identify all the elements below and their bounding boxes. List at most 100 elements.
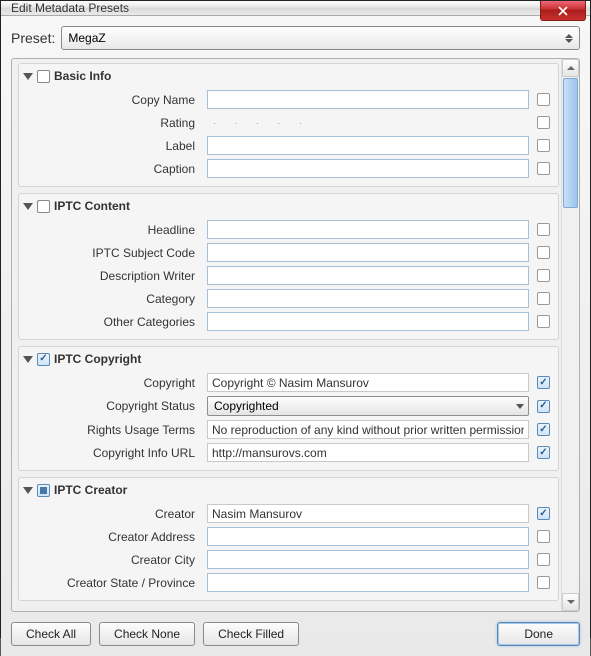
- check-none-button[interactable]: Check None: [99, 622, 195, 646]
- row-checkbox[interactable]: [537, 446, 550, 459]
- close-button[interactable]: [540, 1, 586, 21]
- row-checkbox[interactable]: [537, 162, 550, 175]
- field-label: Creator: [19, 507, 199, 521]
- check-all-button[interactable]: Check All: [11, 622, 91, 646]
- section-basic-info: Basic Info Copy Name Rating · · · · · La…: [18, 63, 559, 187]
- disclosure-triangle-icon[interactable]: [23, 356, 33, 363]
- rating-control[interactable]: · · · · ·: [207, 113, 529, 132]
- row-checkbox[interactable]: [537, 246, 550, 259]
- field-label: Rights Usage Terms: [19, 423, 199, 437]
- row-checkbox[interactable]: [537, 93, 550, 106]
- window-title: Edit Metadata Presets: [11, 1, 129, 15]
- field-headline: Headline: [19, 218, 558, 241]
- creator-address-input[interactable]: [207, 527, 529, 546]
- creator-state-input[interactable]: [207, 573, 529, 592]
- field-label: Creator State / Province: [19, 576, 199, 590]
- section-header: IPTC Copyright: [19, 347, 558, 371]
- chevron-down-icon: [567, 600, 575, 604]
- caption-input[interactable]: [207, 159, 529, 178]
- field-label: Caption: [19, 162, 199, 176]
- creator-input[interactable]: [207, 504, 529, 523]
- section-iptc-content: IPTC Content Headline IPTC Subject Code …: [18, 193, 559, 340]
- row-checkbox[interactable]: [537, 223, 550, 236]
- section-iptc-copyright: IPTC Copyright Copyright Copyright Statu…: [18, 346, 559, 471]
- creator-city-input[interactable]: [207, 550, 529, 569]
- chevron-up-icon: [567, 66, 575, 70]
- field-copyright-status: Copyright Status Copyrighted: [19, 394, 558, 418]
- row-checkbox[interactable]: [537, 400, 550, 413]
- field-label: Other Categories: [19, 315, 199, 329]
- row-checkbox[interactable]: [537, 116, 550, 129]
- row-checkbox[interactable]: [537, 576, 550, 589]
- section-title: IPTC Content: [54, 199, 130, 213]
- preset-label: Preset:: [11, 30, 55, 46]
- field-subject-code: IPTC Subject Code: [19, 241, 558, 264]
- description-writer-input[interactable]: [207, 266, 529, 285]
- section-title: IPTC Copyright: [54, 352, 141, 366]
- section-checkbox[interactable]: [37, 353, 50, 366]
- section-header: IPTC Content: [19, 194, 558, 218]
- preset-row: Preset: MegaZ: [11, 26, 580, 50]
- copyright-input[interactable]: [207, 373, 529, 392]
- dialog-content: Preset: MegaZ Basic Info Copy Name: [1, 16, 590, 656]
- scrollbar-thumb[interactable]: [563, 78, 578, 208]
- disclosure-triangle-icon[interactable]: [23, 487, 33, 494]
- preset-select[interactable]: MegaZ: [61, 26, 580, 50]
- section-title: IPTC Creator: [54, 483, 127, 497]
- row-checkbox[interactable]: [537, 376, 550, 389]
- rights-usage-input[interactable]: [207, 420, 529, 439]
- label-input[interactable]: [207, 136, 529, 155]
- close-icon: [558, 6, 568, 16]
- updown-icon: [565, 34, 573, 43]
- field-creator-city: Creator City: [19, 548, 558, 571]
- row-checkbox[interactable]: [537, 507, 550, 520]
- field-creator: Creator: [19, 502, 558, 525]
- row-checkbox[interactable]: [537, 423, 550, 436]
- other-categories-input[interactable]: [207, 312, 529, 331]
- category-input[interactable]: [207, 289, 529, 308]
- field-label: Headline: [19, 223, 199, 237]
- check-filled-button[interactable]: Check Filled: [203, 622, 299, 646]
- preset-value: MegaZ: [68, 31, 105, 45]
- field-label: Label: [19, 139, 199, 153]
- field-label: Label: [19, 134, 558, 157]
- done-button[interactable]: Done: [497, 622, 580, 646]
- disclosure-triangle-icon[interactable]: [23, 73, 33, 80]
- field-creator-address: Creator Address: [19, 525, 558, 548]
- field-label: Creator City: [19, 553, 199, 567]
- dialog-window: Edit Metadata Presets Preset: MegaZ Basi…: [0, 0, 591, 638]
- row-checkbox[interactable]: [537, 269, 550, 282]
- section-iptc-creator: IPTC Creator Creator Creator Address Cre…: [18, 477, 559, 601]
- fields-scroll-area[interactable]: Basic Info Copy Name Rating · · · · · La…: [12, 59, 561, 611]
- row-checkbox[interactable]: [537, 553, 550, 566]
- field-category: Category: [19, 287, 558, 310]
- copyright-status-select[interactable]: Copyrighted: [207, 396, 529, 416]
- scroll-up-button[interactable]: [562, 59, 579, 77]
- subject-code-input[interactable]: [207, 243, 529, 262]
- vertical-scrollbar[interactable]: [561, 59, 579, 611]
- section-title: Basic Info: [54, 69, 111, 83]
- dialog-footer: Check All Check None Check Filled Done: [11, 620, 580, 646]
- row-checkbox[interactable]: [537, 315, 550, 328]
- copyright-url-input[interactable]: [207, 443, 529, 462]
- titlebar[interactable]: Edit Metadata Presets: [1, 1, 590, 16]
- field-label: Copyright Info URL: [19, 446, 199, 460]
- row-checkbox[interactable]: [537, 139, 550, 152]
- field-creator-state: Creator State / Province: [19, 571, 558, 594]
- row-checkbox[interactable]: [537, 292, 550, 305]
- field-copyright: Copyright: [19, 371, 558, 394]
- field-label: Description Writer: [19, 269, 199, 283]
- section-checkbox[interactable]: [37, 70, 50, 83]
- section-header: IPTC Creator: [19, 478, 558, 502]
- copy-name-input[interactable]: [207, 90, 529, 109]
- disclosure-triangle-icon[interactable]: [23, 203, 33, 210]
- field-label: Copyright Status: [19, 399, 199, 413]
- section-checkbox[interactable]: [37, 200, 50, 213]
- section-checkbox[interactable]: [37, 484, 50, 497]
- headline-input[interactable]: [207, 220, 529, 239]
- field-description-writer: Description Writer: [19, 264, 558, 287]
- scroll-down-button[interactable]: [562, 593, 579, 611]
- chevron-down-icon: [516, 404, 524, 409]
- field-caption: Caption: [19, 157, 558, 180]
- row-checkbox[interactable]: [537, 530, 550, 543]
